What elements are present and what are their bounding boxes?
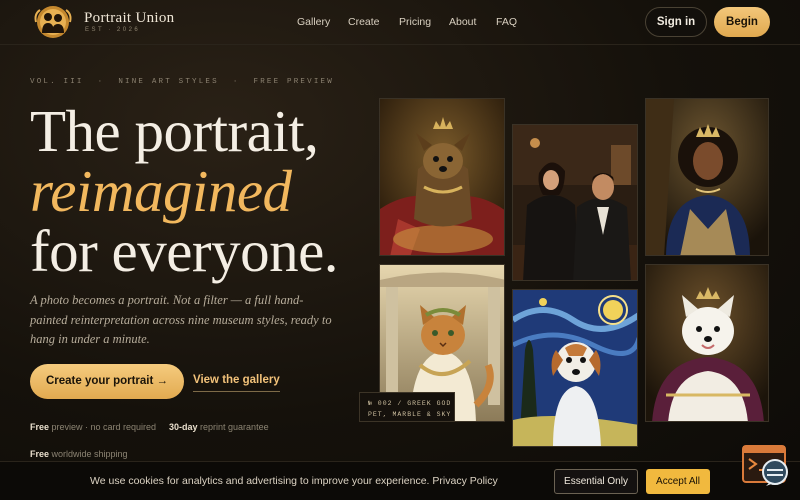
gallery-caption: № 002 / GREEK GOD PET, MARBLE & SKY (359, 392, 455, 422)
chat-bubble-icon[interactable] (742, 445, 790, 487)
perk-reprint-guarantee: 30-day reprint guarantee (169, 422, 269, 432)
brand-name[interactable]: Portrait Union (84, 10, 174, 27)
nav-faq-link[interactable]: FAQ (496, 16, 517, 28)
queen-baroque-portrait[interactable] (645, 98, 769, 256)
eyebrow-preview: FREE PREVIEW (253, 78, 334, 86)
hero-headline-line-3: for everyone. (30, 218, 339, 284)
perk-free-shipping: Free worldwide shipping (30, 449, 128, 459)
nav-create-link[interactable]: Create (348, 16, 380, 28)
top-navigation: Portrait Union EST · 2026 Gallery Create… (0, 0, 800, 45)
eyebrow-volume: VOL. III (30, 78, 84, 86)
cookie-consent-bar: We use cookies for analytics and adverti… (0, 461, 800, 500)
eyebrow-dot: · (232, 78, 240, 86)
sign-in-button[interactable]: Sign in (645, 7, 707, 37)
brand-established: EST · 2026 (85, 27, 141, 33)
hero-eyebrow: VOL. III · NINE ART STYLES · FREE PREVIEW (30, 78, 348, 86)
begin-button[interactable]: Begin (714, 7, 770, 37)
perk-free-preview: Free preview · no card required (30, 422, 157, 432)
cookie-message[interactable]: We use cookies for analytics and adverti… (90, 475, 498, 487)
samoyed-royal-portrait[interactable] (645, 264, 769, 422)
hero-description: A photo becomes a portrait. Not a filter… (30, 293, 332, 346)
caption-subject: PET, MARBLE & SKY (368, 411, 452, 418)
nav-gallery-link[interactable]: Gallery (297, 16, 330, 28)
nav-about-link[interactable]: About (449, 16, 476, 28)
yorkie-royal-portrait[interactable] (379, 98, 505, 256)
essential-only-button[interactable]: Essential Only (554, 469, 638, 494)
eyebrow-dot: · (97, 78, 105, 86)
brand-logo-icon[interactable] (32, 4, 74, 40)
accept-all-button[interactable]: Accept All (646, 469, 710, 494)
eyebrow-styles: NINE ART STYLES (118, 78, 219, 86)
nav-pricing-link[interactable]: Pricing (399, 16, 431, 28)
dog-starry-night-portrait[interactable] (512, 289, 638, 447)
hero-headline-line-2: reimagined (30, 158, 292, 224)
hero-headline-line-1: The portrait, (30, 98, 319, 164)
caption-number: № 002 / GREEK GOD (368, 400, 452, 407)
view-gallery-link[interactable]: View the gallery (193, 374, 280, 392)
create-portrait-button[interactable]: Create your portrait → (30, 364, 184, 399)
couple-noir-portrait[interactable] (512, 124, 638, 281)
